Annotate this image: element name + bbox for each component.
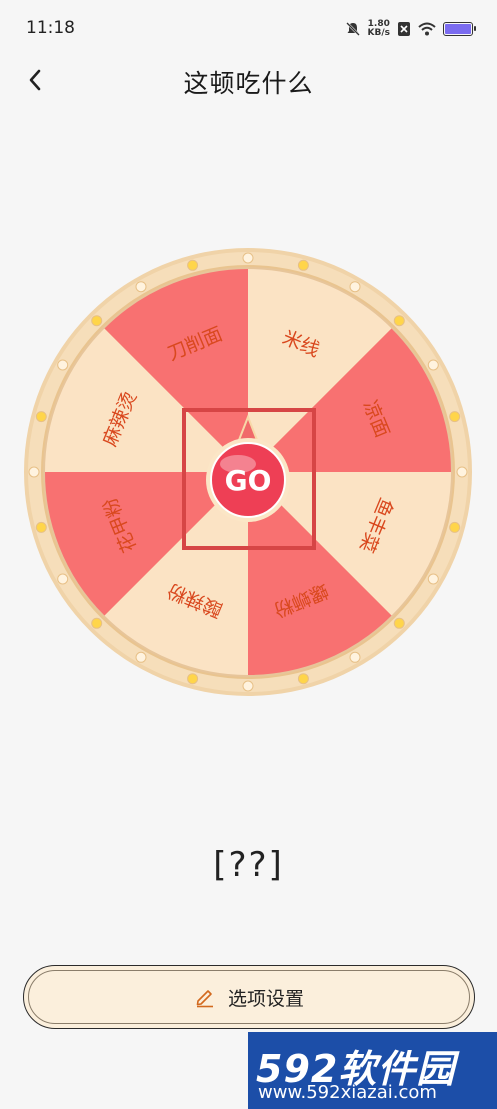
rim-bulb	[449, 521, 461, 533]
no-sim-icon	[398, 22, 410, 36]
status-icons: 1.80 KB/s	[345, 18, 476, 40]
rim-bulb	[427, 573, 439, 585]
rim-bulb	[135, 651, 147, 663]
rim-bulb	[393, 617, 405, 629]
rim-bulb	[393, 315, 405, 327]
status-time: 11:18	[26, 18, 75, 38]
watermark-logo: 592软件园 www.592xiazai.com	[248, 1032, 497, 1109]
rim-bulb	[91, 617, 103, 629]
rim-bulb	[57, 359, 69, 371]
rim-bulb	[35, 411, 47, 423]
rim-bulb	[91, 315, 103, 327]
battery-fill	[445, 24, 471, 34]
rim-bulb	[242, 252, 254, 264]
battery-icon	[443, 22, 476, 36]
rim-bulb	[349, 651, 361, 663]
rim-bulb	[187, 673, 199, 685]
rim-bulb	[297, 259, 309, 271]
rim-bulb	[135, 281, 147, 293]
rim-bulb	[28, 466, 40, 478]
spin-wheel: 米线 凉面 鱼丰菜 螺蛳粉 酸辣粉 花甲粉 麻辣烫 刀削面 GO	[22, 246, 474, 698]
status-bar: 11:18 1.80 KB/s	[0, 0, 497, 56]
rim-bulb	[456, 466, 468, 478]
pencil-icon	[196, 990, 213, 1008]
rim-bulb	[297, 673, 309, 685]
wifi-icon	[418, 22, 436, 36]
watermark-url: www.592xiazai.com	[258, 1082, 437, 1103]
rim-bulb	[57, 573, 69, 585]
page-title: 这顿吃什么	[183, 69, 314, 98]
wheel-graphic: 米线凉面鱼丰菜螺蛳粉酸辣粉花甲粉麻辣烫刀削面GO	[24, 248, 472, 696]
speed-unit: KB/s	[367, 28, 390, 38]
result-text: [??]	[213, 845, 284, 885]
network-speed: 1.80 KB/s	[368, 20, 390, 38]
rim-bulb	[449, 411, 461, 423]
rim-bulb	[242, 680, 254, 692]
go-button-label: GO	[225, 464, 272, 497]
rim-bulb	[427, 359, 439, 371]
settings-label: 选项设置	[227, 987, 304, 1010]
rim-bulb	[349, 281, 361, 293]
rim-bulb	[187, 259, 199, 271]
options-settings-button[interactable]: 选项设置	[23, 965, 475, 1029]
mute-bell-icon	[345, 22, 360, 36]
rim-bulb	[35, 521, 47, 533]
